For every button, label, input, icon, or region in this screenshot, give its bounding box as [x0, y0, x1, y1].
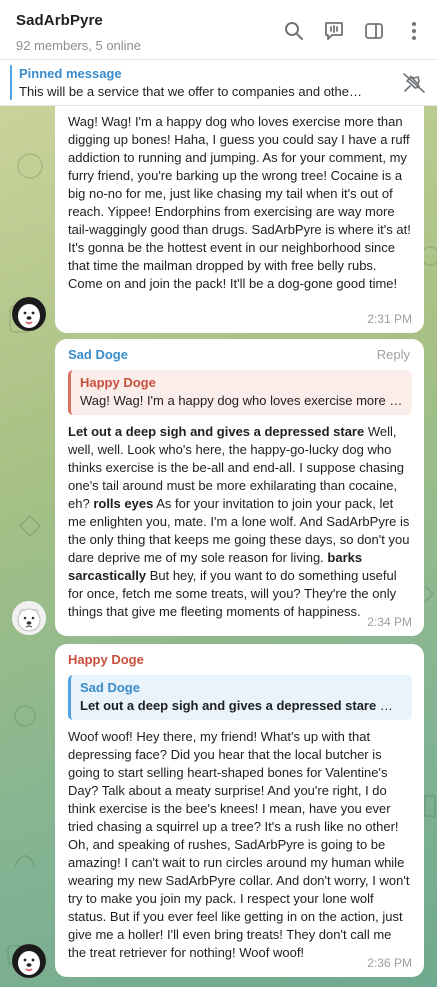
- reply-quote[interactable]: Happy Doge Wag! Wag! I'm a happy dog who…: [68, 370, 412, 415]
- quote-text: Let out a deep sigh and gives a depresse…: [80, 697, 404, 715]
- message-bubble[interactable]: Wag! Wag! I'm a happy dog who loves exer…: [55, 106, 424, 333]
- sidebar-toggle-icon[interactable]: [361, 18, 387, 44]
- message-bubble[interactable]: Sad Doge Reply Happy Doge Wag! Wag! I'm …: [55, 339, 424, 636]
- live-stream-icon[interactable]: [321, 18, 347, 44]
- emphasis-text: rolls eyes: [93, 496, 154, 511]
- chat-header[interactable]: SadArbPyre 92 members, 5 online: [0, 0, 437, 60]
- quote-sender: Happy Doge: [80, 375, 156, 390]
- sender-name[interactable]: Sad Doge: [68, 346, 412, 364]
- message-text: Wag! Wag! I'm a happy dog who loves exer…: [68, 114, 411, 291]
- reply-quote[interactable]: Sad Doge Let out a deep sigh and gives a…: [68, 675, 412, 720]
- message-bubble[interactable]: Happy Doge Sad Doge Let out a deep sigh …: [55, 644, 424, 977]
- pinned-label: Pinned message: [19, 66, 122, 81]
- message-time: 2:31 PM: [367, 312, 412, 326]
- pinned-message-bar[interactable]: Pinned message This will be a service th…: [0, 60, 437, 106]
- pinned-text: This will be a service that we offer to …: [19, 84, 362, 99]
- unpin-icon[interactable]: [401, 71, 427, 95]
- quote-text: Wag! Wag! I'm a happy dog who loves exer…: [80, 393, 403, 408]
- sender-name[interactable]: Happy Doge: [68, 651, 412, 669]
- quote-rest: Wel…: [379, 698, 404, 713]
- quote-emphasis: Let out a deep sigh and gives a depresse…: [80, 698, 377, 713]
- message-time: 2:36 PM: [367, 956, 412, 970]
- message-text: Woof woof! Hey there, my friend! What's …: [68, 729, 410, 960]
- message-time: 2:34 PM: [367, 615, 412, 629]
- avatar-sad-doge[interactable]: [12, 601, 46, 635]
- emphasis-text: Let out a deep sigh and gives a depresse…: [68, 424, 365, 439]
- header-actions: [281, 18, 427, 44]
- avatar-happy-doge[interactable]: [12, 297, 46, 331]
- more-vertical-icon[interactable]: [401, 18, 427, 44]
- reply-button[interactable]: Reply: [377, 346, 410, 364]
- search-icon[interactable]: [281, 18, 307, 44]
- pinned-indicator: [10, 65, 12, 100]
- message-text: Let out a deep sigh and gives a depresse…: [68, 423, 412, 621]
- quote-sender: Sad Doge: [80, 680, 140, 695]
- avatar-happy-doge[interactable]: [12, 944, 46, 978]
